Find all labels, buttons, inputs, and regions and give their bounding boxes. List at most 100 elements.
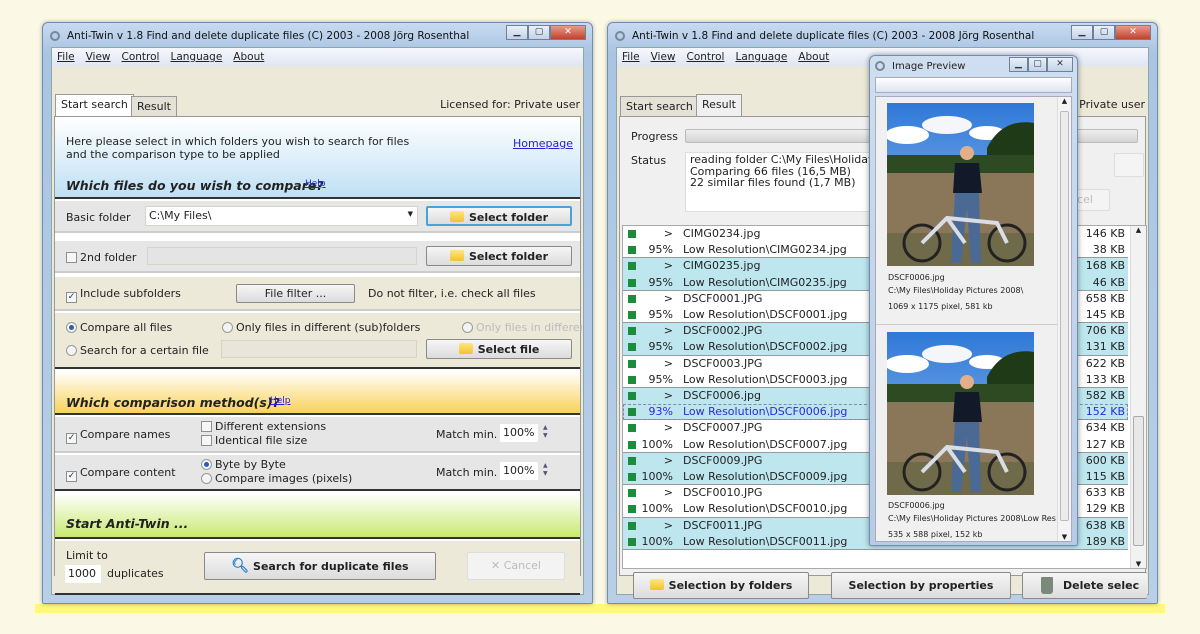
status-box: reading folder C:\My Files\Holiday P Comp… bbox=[685, 152, 885, 212]
intro-text: Here please select in which folders you … bbox=[66, 135, 410, 161]
file-name: CIMG0234.jpg bbox=[683, 227, 761, 240]
status-square-icon bbox=[628, 246, 636, 255]
search-duplicates-button[interactable]: 🔍︎ Search for duplicate files bbox=[204, 552, 436, 580]
compare-images-radio[interactable]: Compare images (pixels) bbox=[201, 472, 352, 485]
search-certain-file-radio[interactable]: Search for a certain file bbox=[66, 344, 209, 357]
limit-input[interactable]: 1000 bbox=[65, 565, 101, 583]
preview-magnifier-icon bbox=[875, 61, 885, 71]
status-square-icon bbox=[628, 408, 636, 417]
status-square-icon bbox=[628, 489, 636, 498]
folder-icon bbox=[449, 250, 464, 261]
match-names-spinner[interactable]: ▲ ▼ bbox=[543, 424, 548, 440]
status-square-icon bbox=[628, 294, 636, 303]
byte-by-byte-radio[interactable]: Byte by Byte bbox=[201, 458, 286, 471]
compare-all-radio[interactable]: Compare all files bbox=[66, 321, 172, 334]
certain-file-input[interactable] bbox=[221, 340, 417, 358]
basic-folder-combo[interactable]: C:\My Files\ ▼ bbox=[145, 206, 418, 226]
menu-control[interactable]: Control bbox=[122, 51, 160, 63]
menu-file[interactable]: File bbox=[622, 51, 640, 63]
file-size: 634 KB bbox=[1085, 421, 1125, 435]
select-second-folder-button[interactable]: Select folder bbox=[426, 246, 572, 266]
second-folder-input[interactable] bbox=[147, 247, 417, 265]
duplicates-label: duplicates bbox=[107, 567, 164, 580]
help-link[interactable]: Help bbox=[305, 179, 326, 189]
maximize-button[interactable]: ▢ bbox=[1093, 25, 1115, 40]
hidden-button[interactable] bbox=[1114, 153, 1144, 177]
file-name: Low Resolution\DSCF0002.jpg bbox=[683, 340, 848, 354]
file-name: Low Resolution\CIMG0235.jpg bbox=[683, 275, 847, 289]
minimize-button[interactable]: ▁ bbox=[506, 25, 528, 40]
select-file-button[interactable]: Select file bbox=[426, 339, 572, 359]
menu-file[interactable]: File bbox=[57, 51, 75, 63]
window-title: Anti-Twin v 1.8 Find and delete duplicat… bbox=[67, 30, 470, 42]
file-size: 658 KB bbox=[1085, 291, 1125, 305]
tab-result[interactable]: Result bbox=[131, 96, 177, 116]
match-names-input[interactable]: 100% bbox=[500, 424, 538, 442]
match-percent: 100% bbox=[641, 534, 673, 548]
identical-size-checkbox[interactable]: Identical file size bbox=[201, 434, 307, 447]
status-label: Status bbox=[631, 154, 667, 167]
file-size: 152 KB bbox=[1085, 405, 1125, 419]
status-square-icon bbox=[628, 327, 636, 336]
menu-language[interactable]: Language bbox=[735, 51, 787, 63]
file-name: DSCF0010.JPG bbox=[683, 486, 763, 500]
match-content-spinner[interactable]: ▲ ▼ bbox=[543, 462, 548, 478]
preview-scrollbar[interactable]: ▲ ▼ bbox=[1057, 97, 1071, 541]
section-start: Start Anti-Twin ... bbox=[55, 493, 580, 539]
tab-start-search[interactable]: Start search bbox=[620, 96, 699, 116]
preview-scroll-thumb[interactable] bbox=[1060, 111, 1069, 521]
status-square-icon bbox=[628, 473, 636, 481]
match-percent: 95% bbox=[648, 308, 673, 321]
preview-content: ▲ ▼ DSCF0006.jpg C:\My Files\Holiday Pic… bbox=[875, 96, 1072, 542]
file-name: DSCF0003.JPG bbox=[683, 356, 763, 370]
tab-result[interactable]: Result bbox=[696, 94, 742, 116]
maximize-button[interactable]: ▢ bbox=[528, 25, 550, 40]
file-size: 189 KB bbox=[1085, 534, 1125, 548]
menu-view[interactable]: View bbox=[651, 51, 676, 63]
minimize-button[interactable]: ▁ bbox=[1071, 25, 1093, 40]
second-folder-checkbox[interactable]: 2nd folder bbox=[66, 251, 136, 264]
different-extensions-checkbox[interactable]: Different extensions bbox=[201, 420, 326, 433]
menu-language[interactable]: Language bbox=[170, 51, 222, 63]
preview-maximize-button[interactable]: ▢ bbox=[1028, 57, 1047, 72]
cancel-x-icon: ✕ bbox=[491, 559, 501, 572]
tab-start-search[interactable]: Start search bbox=[55, 94, 134, 116]
status-square-icon bbox=[628, 230, 636, 238]
selection-by-folders-button[interactable]: Selection by folders bbox=[633, 572, 809, 599]
only-different-folders-radio[interactable]: Only files in different (sub)folders bbox=[222, 321, 420, 334]
compare-content-checkbox[interactable]: ✓ Compare content bbox=[66, 466, 176, 482]
match-content-input[interactable]: 100% bbox=[500, 462, 538, 480]
compare-names-checkbox[interactable]: ✓ Compare names bbox=[66, 428, 170, 444]
homepage-link[interactable]: Homepage bbox=[513, 137, 573, 150]
select-folder-button[interactable]: Select folder bbox=[426, 206, 572, 226]
preview-close-button[interactable]: ✕ bbox=[1047, 57, 1073, 72]
list-scrollbar[interactable]: ▲ ▼ bbox=[1130, 226, 1146, 568]
match-min-label: Match min. bbox=[436, 466, 498, 479]
selection-by-properties-button[interactable]: Selection by properties bbox=[831, 572, 1011, 599]
file-filter-button[interactable]: File filter ... bbox=[236, 284, 355, 303]
menu-view[interactable]: View bbox=[86, 51, 111, 63]
file-name: DSCF0006.jpg bbox=[683, 389, 761, 402]
file-name: Low Resolution\DSCF0009.jpg bbox=[683, 470, 848, 483]
match-percent: 95% bbox=[648, 243, 673, 257]
file-name: Low Resolution\DSCF0007.jpg bbox=[683, 437, 848, 451]
include-subfolders-checkbox[interactable]: ✓ Include subfolders bbox=[66, 287, 181, 303]
status-square-icon bbox=[628, 424, 636, 433]
file-size: 46 KB bbox=[1092, 275, 1125, 289]
preview-minimize-button[interactable]: ▁ bbox=[1009, 57, 1028, 72]
close-button[interactable]: ✕ bbox=[1115, 25, 1151, 40]
help-link[interactable]: Help bbox=[270, 396, 291, 406]
file-name: Low Resolution\DSCF0003.jpg bbox=[683, 372, 848, 386]
close-button[interactable]: ✕ bbox=[550, 25, 586, 40]
status-square-icon bbox=[628, 343, 636, 352]
preview-info-1: 1069 x 1175 pixel, 581 kb bbox=[888, 302, 993, 311]
delete-selected-button[interactable]: Delete selec bbox=[1022, 572, 1147, 599]
file-name: Low Resolution\DSCF0010.jpg bbox=[683, 502, 848, 516]
file-size: 582 KB bbox=[1085, 389, 1125, 402]
recycle-bin-icon bbox=[1041, 577, 1053, 594]
menu-about[interactable]: About bbox=[798, 51, 829, 63]
method-heading: Which comparison method(s)? bbox=[66, 395, 280, 410]
menu-about[interactable]: About bbox=[233, 51, 264, 63]
scroll-thumb[interactable] bbox=[1133, 416, 1144, 546]
menu-control[interactable]: Control bbox=[687, 51, 725, 63]
